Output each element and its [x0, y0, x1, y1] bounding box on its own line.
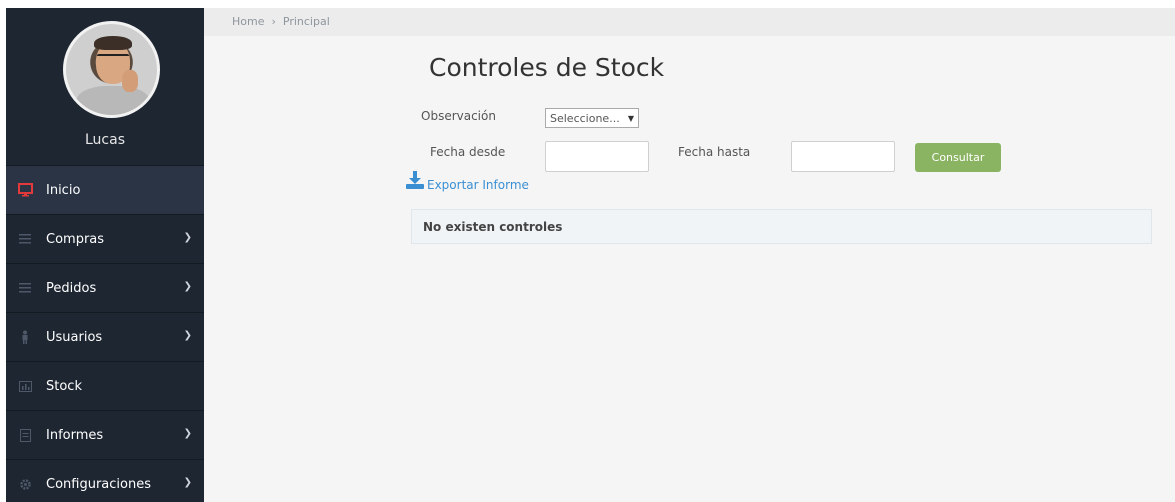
sidebar-item-label: Informes — [46, 427, 104, 443]
main-content: Controles de Stock Observación Seleccion… — [204, 36, 1175, 502]
sidebar-item-configuraciones[interactable]: Configuraciones ❯ — [6, 459, 204, 502]
user-profile: Lucas — [6, 8, 204, 165]
sidebar-item-label: Stock — [46, 378, 82, 394]
chevron-down-icon: ❯ — [183, 232, 192, 243]
dropdown-arrow-icon: ▼ — [627, 113, 634, 123]
export-report-link[interactable]: Exportar Informe — [405, 171, 529, 192]
sidebar-item-label: Inicio — [46, 182, 81, 198]
gear-icon — [17, 476, 33, 492]
sidebar-item-label: Pedidos — [46, 280, 97, 296]
monitor-icon — [17, 182, 33, 198]
sidebar-item-inicio[interactable]: Inicio — [6, 165, 204, 214]
menu-icon — [17, 280, 33, 296]
breadcrumb: Home › Principal — [204, 8, 1175, 36]
breadcrumb-current: Principal — [282, 15, 330, 28]
empty-state-message: No existen controles — [411, 209, 1152, 244]
page-title: Controles de Stock — [429, 53, 665, 82]
document-icon — [17, 427, 33, 443]
sidebar-item-pedidos[interactable]: Pedidos ❯ — [6, 263, 204, 312]
export-label: Exportar Informe — [427, 178, 529, 192]
sidebar-item-label: Configuraciones — [46, 476, 151, 492]
sidebar-item-usuarios[interactable]: Usuarios ❯ — [6, 312, 204, 361]
observacion-select-value: Seleccione... — [550, 111, 620, 125]
fecha-desde-label: Fecha desde — [430, 145, 506, 159]
sidebar-item-label: Usuarios — [46, 329, 103, 345]
user-icon — [17, 329, 33, 345]
sidebar-item-compras[interactable]: Compras ❯ — [6, 214, 204, 263]
chevron-down-icon: ❯ — [183, 428, 192, 439]
breadcrumb-home-link[interactable]: Home — [232, 15, 264, 28]
avatar — [63, 21, 160, 118]
consultar-button[interactable]: Consultar — [915, 143, 1001, 172]
breadcrumb-separator: › — [271, 15, 276, 28]
observacion-select[interactable]: Seleccione... ▼ — [545, 108, 639, 128]
sidebar: Lucas Inicio Compras ❯ Pedidos ❯ Usuario… — [6, 8, 204, 502]
chevron-down-icon: ❯ — [183, 477, 192, 488]
menu-icon — [17, 231, 33, 247]
fecha-hasta-input[interactable] — [791, 141, 895, 172]
username: Lucas — [85, 132, 125, 148]
chart-icon — [17, 378, 33, 394]
observacion-label: Observación — [421, 109, 496, 123]
sidebar-item-informes[interactable]: Informes ❯ — [6, 410, 204, 459]
sidebar-item-label: Compras — [46, 231, 105, 247]
fecha-hasta-label: Fecha hasta — [678, 145, 751, 159]
fecha-desde-input[interactable] — [545, 141, 649, 172]
sidebar-item-stock[interactable]: Stock — [6, 361, 204, 410]
chevron-down-icon: ❯ — [183, 330, 192, 341]
chevron-down-icon: ❯ — [183, 281, 192, 292]
download-icon — [405, 171, 427, 192]
